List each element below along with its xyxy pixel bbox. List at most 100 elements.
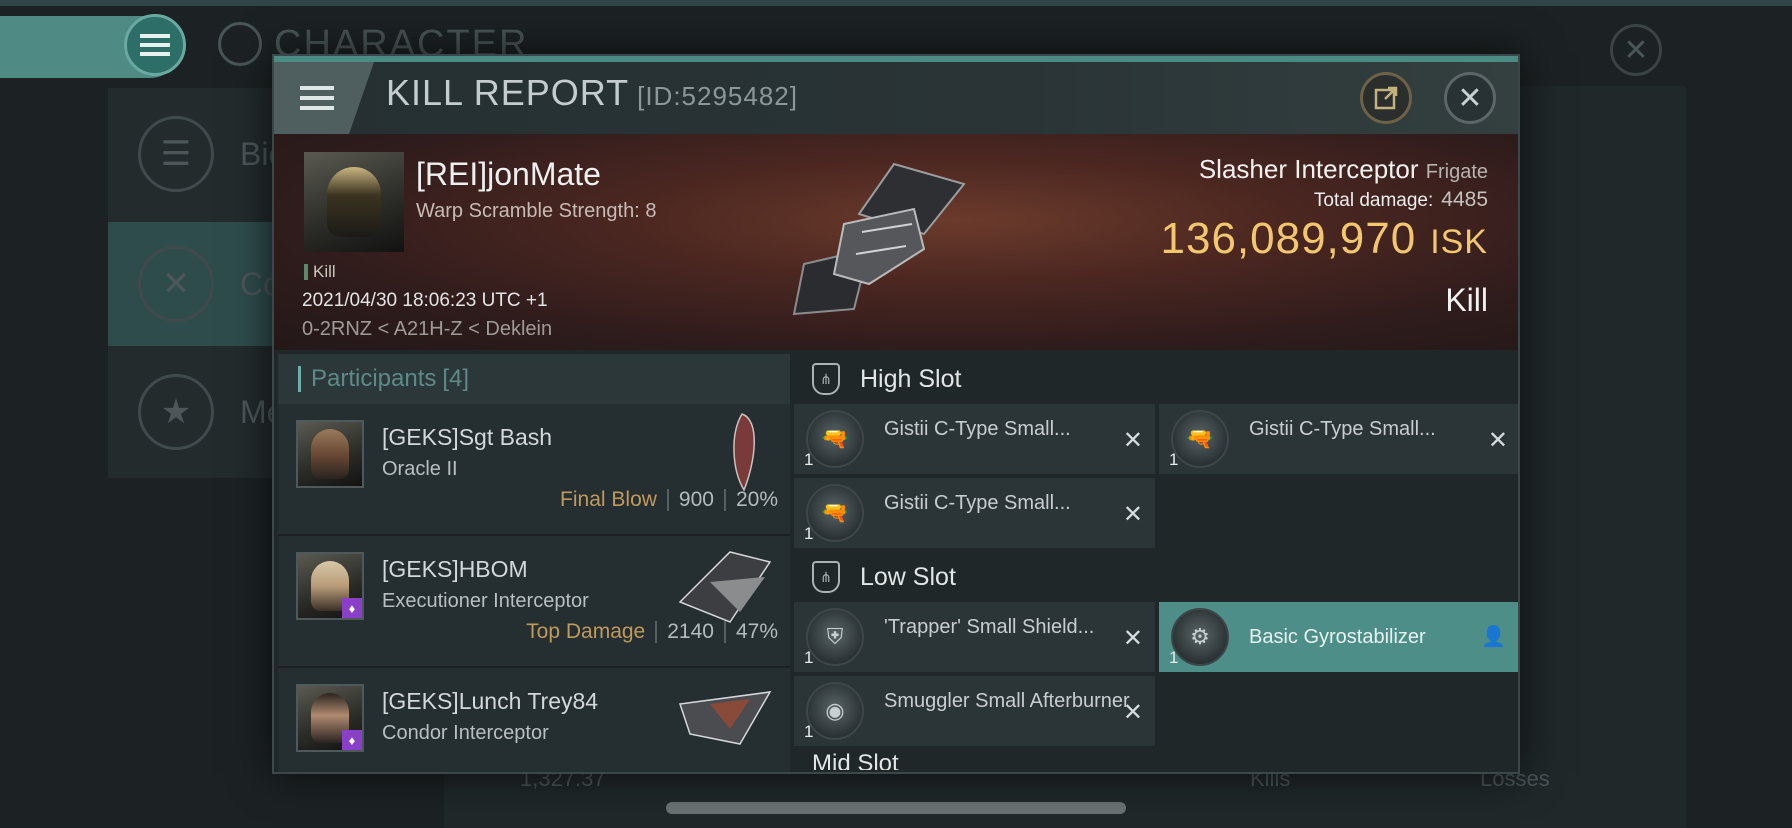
item-name: Basic Gyrostabilizer: [1249, 626, 1426, 648]
destroyed-x-icon: ✕: [1122, 625, 1143, 652]
low-slot-label: Low Slot: [860, 562, 956, 591]
high-slot-label: High Slot: [860, 364, 962, 393]
destroyed-x-icon: ✕: [1122, 501, 1143, 528]
modal-title: KILL REPORT [ID:5295482]: [386, 72, 798, 114]
participants-count: [4]: [442, 365, 470, 392]
participant-ship: Executioner Interceptor: [382, 590, 589, 612]
item-name: 'Trapper' Small Shield...: [884, 616, 1095, 638]
participants-panel: Participants [4] [GEKS]Sgt Bash Oracle II…: [278, 354, 790, 772]
star-medal-icon: ★: [138, 374, 214, 450]
mid-slot-label: Mid Slot: [812, 750, 899, 770]
fitting-item-selected[interactable]: ⚙ 1 Basic Gyrostabilizer 👤: [1159, 602, 1518, 672]
turret-icon: 🔫: [806, 484, 864, 542]
kill-result: Kill: [1445, 282, 1488, 318]
participant-ship: Condor Interceptor: [382, 722, 549, 744]
kill-location[interactable]: 0-2RNZ < A21H-Z < Deklein: [302, 318, 552, 341]
victim-ship-class: Frigate: [1425, 161, 1488, 183]
isk-amount: 136,089,970: [1160, 214, 1417, 263]
victim-avatar[interactable]: [304, 152, 404, 252]
fitting-item[interactable]: ◉ 1 Smuggler Small Afterburner ✕: [794, 676, 1155, 746]
participant-avatar[interactable]: [296, 420, 364, 488]
item-name: Gistii C-Type Small...: [884, 418, 1071, 440]
victim-ship[interactable]: Slasher Interceptor Frigate: [1199, 154, 1488, 185]
participant-row[interactable]: [GEKS]Sgt Bash Oracle II Final Blow 900 …: [278, 404, 790, 536]
share-button[interactable]: [1360, 72, 1412, 124]
participant-damage: 900: [678, 488, 714, 511]
participant-name: [GEKS]Lunch Trey84: [382, 688, 599, 714]
item-name: Gistii C-Type Small...: [884, 492, 1071, 514]
omega-badge-icon: ♦: [342, 730, 362, 750]
victim-ship-image[interactable]: [774, 154, 984, 324]
kill-report-modal: KILL REPORT [ID:5295482] ✕ [REI]jonMate W…: [272, 54, 1520, 774]
participants-label: Participants: [311, 365, 437, 392]
top-strip: [0, 0, 1792, 6]
hamburger-icon: [140, 34, 170, 56]
kill-datetime: 2021/04/30 18:06:23 UTC +1: [302, 290, 548, 311]
crossed-swords-icon: ✕: [138, 246, 214, 322]
high-slot-header: ⋔ High Slot: [794, 354, 1518, 404]
item-quantity: 1: [804, 722, 814, 741]
empty-slot: [1159, 676, 1518, 746]
mid-slot-header-partial: Mid Slot: [794, 750, 1518, 770]
empty-slot: [1159, 478, 1518, 548]
close-button[interactable]: ✕: [1444, 72, 1496, 124]
participants-header[interactable]: Participants [4]: [278, 354, 790, 404]
list-icon: ☰: [138, 116, 214, 192]
turret-icon: 🔫: [1171, 410, 1229, 468]
participant-damage: 2140: [667, 620, 714, 643]
modal-title-text: KILL REPORT: [386, 72, 630, 113]
high-slot-icon: ⋔: [812, 363, 840, 395]
hamburger-icon: [300, 86, 334, 110]
participant-name: [GEKS]Sgt Bash: [382, 424, 553, 450]
bg-close-icon[interactable]: ✕: [1610, 24, 1662, 76]
destroyed-x-icon: ✕: [1122, 699, 1143, 726]
victim-subtitle: Warp Scramble Strength: 8: [416, 200, 657, 222]
participant-name: [GEKS]HBOM: [382, 556, 528, 582]
participant-ship: Oracle II: [382, 458, 458, 480]
top-damage-tag: Top Damage: [526, 620, 646, 643]
victim-name[interactable]: [REI]jonMate: [416, 156, 601, 193]
low-slot-grid: ⛨ 1 'Trapper' Small Shield... ✕ ⚙ 1 Basi…: [794, 602, 1518, 746]
low-slot-header: ⋔ Low Slot: [794, 552, 1518, 602]
low-slot-icon: ⋔: [812, 561, 840, 593]
kill-id: [ID:5295482]: [637, 81, 798, 111]
high-slot-grid: 🔫 1 Gistii C-Type Small... ✕ 🔫 1 Gistii …: [794, 404, 1518, 548]
total-damage: Total damage: 4485: [1314, 188, 1488, 212]
fitting-item[interactable]: 🔫 1 Gistii C-Type Small... ✕: [794, 478, 1155, 548]
fitting-item[interactable]: 🔫 1 Gistii C-Type Small... ✕: [794, 404, 1155, 474]
participant-row[interactable]: ♦ [GEKS]Lunch Trey84 Condor Interceptor: [278, 668, 790, 772]
item-quantity: 1: [804, 524, 814, 543]
item-quantity: 1: [1169, 450, 1179, 469]
item-quantity: 1: [804, 648, 814, 667]
horizontal-scrollbar[interactable]: [666, 802, 1126, 814]
isk-value: 136,089,970 ISK: [1161, 214, 1489, 264]
participant-stats: Top Damage 2140 47%: [526, 620, 778, 644]
total-damage-value: 4485: [1441, 188, 1488, 211]
participant-stats: Final Blow 900 20%: [560, 488, 778, 512]
participant-row[interactable]: ♦ [GEKS]HBOM Executioner Interceptor Top…: [278, 536, 790, 668]
participant-ship-image: [733, 413, 755, 492]
destroyed-x-icon: ✕: [1122, 427, 1143, 454]
fitting-item[interactable]: ⛨ 1 'Trapper' Small Shield... ✕: [794, 602, 1155, 672]
turret-icon: 🔫: [806, 410, 864, 468]
gyrostabilizer-icon: ⚙: [1171, 608, 1229, 666]
participant-ship-image: [679, 691, 772, 745]
modal-header: KILL REPORT [ID:5295482] ✕: [274, 62, 1518, 134]
share-icon: [1374, 86, 1398, 110]
shield-module-icon: ⛨: [806, 608, 864, 666]
bg-menu-button[interactable]: [124, 14, 186, 76]
participant-percent: 20%: [735, 488, 778, 511]
fitting-item[interactable]: 🔫 1 Gistii C-Type Small... ✕: [1159, 404, 1518, 474]
participant-ship-image: [678, 551, 772, 623]
character-icon: [218, 22, 262, 66]
kill-tag-text: Kill: [313, 262, 336, 281]
item-quantity: 1: [804, 450, 814, 469]
kill-tag: Kill: [304, 262, 336, 282]
participant-percent: 47%: [735, 620, 778, 643]
final-blow-tag: Final Blow: [560, 488, 657, 511]
item-quantity: 1: [1169, 648, 1179, 667]
close-icon: ✕: [1457, 81, 1483, 115]
modal-menu-button[interactable]: [274, 62, 374, 134]
item-name: Smuggler Small Afterburner: [884, 690, 1130, 712]
total-damage-label: Total damage:: [1313, 190, 1434, 211]
